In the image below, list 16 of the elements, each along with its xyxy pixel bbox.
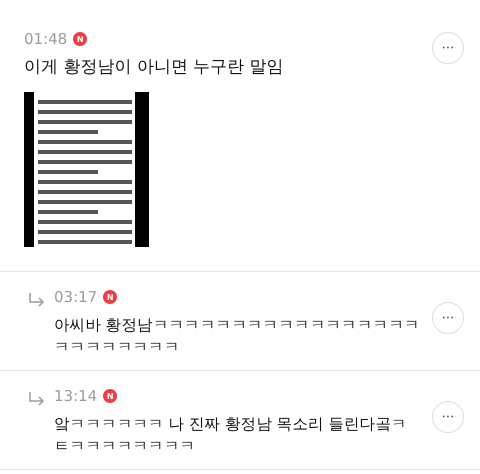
comment-text: 아씨바 황정남ㅋㅋㅋㅋㅋㅋㅋㅋㅋㅋㅋㅋㅋㅋㅋㅋㅋ (54, 315, 421, 336)
new-badge: N (103, 290, 118, 304)
comment-time: 13:14 (54, 387, 98, 405)
comment-time: 03:17 (54, 288, 98, 306)
reply-arrow-icon (28, 391, 46, 407)
reply-arrow-icon (28, 292, 46, 308)
comment-text: ㅋㅋㅋㅋㅋㅋㅋㅋ (54, 337, 181, 358)
comment-text: 이게 황정남이 아니면 누구란 말임 (24, 56, 285, 78)
comment-text: ㅌㅋㅋㅋㅋㅋㅋㅋㅋ (54, 436, 196, 457)
more-button[interactable]: ··· (432, 302, 464, 334)
new-badge: N (73, 32, 88, 46)
comment-text: 앜ㅋㅋㅋㅋㅋㅋ 나 진짜 황정남 목소리 들린다곸ㅋ (54, 414, 408, 435)
more-button[interactable]: ··· (432, 32, 464, 64)
new-badge: N (103, 389, 118, 403)
comment-time: 01:48 (24, 30, 68, 48)
more-button[interactable]: ··· (432, 401, 464, 433)
